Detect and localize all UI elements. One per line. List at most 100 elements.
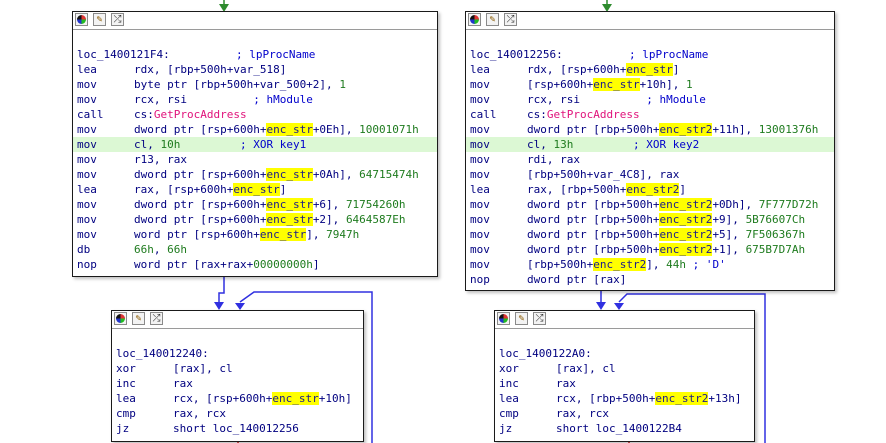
- location-label[interactable]: loc_1400121F4:: [77, 48, 170, 61]
- instruction-line[interactable]: mov rdi, rax: [470, 152, 830, 167]
- instruction-line[interactable]: mov byte ptr [rbp+500h+var_500+2], 1: [77, 77, 433, 92]
- highlighted-identifier[interactable]: enc_str: [266, 198, 313, 211]
- highlighted-identifier[interactable]: enc_str2: [626, 183, 680, 196]
- operand: +13h]: [708, 392, 742, 405]
- highlighted-identifier[interactable]: enc_str: [266, 213, 313, 226]
- location-label[interactable]: loc_1400122A0:: [499, 347, 592, 360]
- instruction-line[interactable]: mov cl, 10h ; XOR key1: [73, 137, 437, 152]
- instruction-line[interactable]: mov dword ptr [rsp+600h+enc_str+0Ah], 647…: [77, 167, 433, 182]
- instruction-line[interactable]: mov dword ptr [rsp+600h+enc_str+0Eh], 100…: [77, 122, 433, 137]
- instruction-line[interactable]: [116, 331, 359, 346]
- imported-function[interactable]: GetProcAddress: [154, 108, 247, 121]
- highlighted-identifier[interactable]: enc_str: [266, 168, 313, 181]
- rename-pencil-icon[interactable]: ✎: [93, 13, 106, 26]
- code-block-loc-1400121f4[interactable]: ✎ ⤮ loc_1400121F4: ; lpProcName lea rdx, [rb…: [72, 11, 438, 277]
- instruction-line[interactable]: cmp rax, rcx: [499, 406, 750, 421]
- operand: +0Dh],: [712, 198, 759, 211]
- color-palette-icon[interactable]: [114, 312, 127, 325]
- imported-function[interactable]: GetProcAddress: [547, 108, 640, 121]
- instruction-line[interactable]: mov dword ptr [rsp+600h+enc_str+2], 64645…: [77, 212, 433, 227]
- instruction-line[interactable]: mov dword ptr [rsp+600h+enc_str+6], 71754…: [77, 197, 433, 212]
- highlighted-identifier[interactable]: enc_str: [259, 228, 307, 241]
- instruction-line[interactable]: mov [rbp+500h+enc_str2], 44h ; 'D': [470, 257, 830, 272]
- instruction-line[interactable]: call cs:GetProcAddress: [77, 107, 433, 122]
- instruction-line[interactable]: mov rcx, rsi ; hModule: [77, 92, 433, 107]
- block-label-line[interactable]: loc_1400122A0:: [499, 346, 750, 361]
- graph-overview-icon[interactable]: ⤮: [111, 13, 124, 26]
- instruction-line[interactable]: call cs:GetProcAddress: [470, 107, 830, 122]
- instruction-line[interactable]: xor [rax], cl: [116, 361, 359, 376]
- instruction-line[interactable]: mov dword ptr [rbp+500h+enc_str2+11h], 13…: [470, 122, 830, 137]
- operand: [180, 138, 240, 151]
- instruction-line[interactable]: mov [rsp+600h+enc_str+10h], 1: [470, 77, 830, 92]
- immediate-value: 66h: [167, 243, 187, 256]
- instruction-line[interactable]: mov rcx, rsi ; hModule: [470, 92, 830, 107]
- instruction-line[interactable]: db 66h, 66h: [77, 242, 433, 257]
- instruction-line[interactable]: lea rax, [rbp+500h+enc_str2]: [470, 182, 830, 197]
- mnemonic: xor: [116, 362, 136, 375]
- mnemonic: mov: [470, 228, 490, 241]
- instruction-line[interactable]: lea rcx, [rsp+600h+enc_str+10h]: [116, 391, 359, 406]
- highlighted-identifier[interactable]: enc_str: [272, 392, 319, 405]
- location-label[interactable]: loc_140012256:: [470, 48, 563, 61]
- instruction-line[interactable]: lea rax, [rsp+600h+enc_str]: [77, 182, 433, 197]
- instruction-line[interactable]: [470, 32, 830, 47]
- instruction-line[interactable]: lea rcx, [rbp+500h+enc_str2+13h]: [499, 391, 750, 406]
- color-palette-icon[interactable]: [497, 312, 510, 325]
- graph-overview-icon[interactable]: ⤮: [533, 312, 546, 325]
- highlighted-identifier[interactable]: enc_str2: [655, 392, 709, 405]
- rename-pencil-icon[interactable]: ✎: [132, 312, 145, 325]
- node-header: ✎ ⤮: [495, 311, 754, 329]
- block-label-line[interactable]: loc_140012240:: [116, 346, 359, 361]
- instruction-line[interactable]: mov r13, rax: [77, 152, 433, 167]
- instruction-line[interactable]: mov [rbp+500h+var_4C8], rax: [470, 167, 830, 182]
- highlighted-identifier[interactable]: enc_str: [233, 183, 280, 196]
- instruction-line[interactable]: nop word ptr [rax+rax+00000000h]: [77, 257, 433, 272]
- highlighted-identifier[interactable]: enc_str2: [659, 198, 713, 211]
- highlighted-identifier[interactable]: enc_str2: [593, 258, 647, 271]
- instruction-line[interactable]: [77, 32, 433, 47]
- highlighted-identifier[interactable]: enc_str: [626, 63, 673, 76]
- immediate-value: 1: [685, 78, 693, 91]
- code-block-loc-140012240[interactable]: ✎ ⤮ loc_140012240: xor [rax], cl inc rax lea rcx…: [111, 310, 364, 442]
- operand: rdi, rax: [527, 153, 580, 166]
- graph-overview-icon[interactable]: ⤮: [150, 312, 163, 325]
- location-label[interactable]: loc_140012240:: [116, 347, 209, 360]
- rename-pencil-icon[interactable]: ✎: [486, 13, 499, 26]
- highlighted-identifier[interactable]: enc_str2: [659, 243, 713, 256]
- code-block-loc-1400122a0[interactable]: ✎ ⤮ loc_1400122A0: xor [rax], cl inc rax lea rcx…: [494, 310, 755, 442]
- highlighted-identifier[interactable]: enc_str2: [659, 213, 713, 226]
- operand: ],: [646, 258, 667, 271]
- highlighted-identifier[interactable]: enc_str: [593, 78, 640, 91]
- color-palette-icon[interactable]: [75, 13, 88, 26]
- instruction-line[interactable]: mov dword ptr [rbp+500h+enc_str2+0Dh], 7F…: [470, 197, 830, 212]
- instruction-line[interactable]: [499, 331, 750, 346]
- highlighted-identifier[interactable]: enc_str2: [659, 123, 713, 136]
- color-palette-icon[interactable]: [468, 13, 481, 26]
- block-label-line[interactable]: loc_1400121F4: ; lpProcName: [77, 47, 433, 62]
- instruction-line[interactable]: mov dword ptr [rbp+500h+enc_str2+9], 5B76…: [470, 212, 830, 227]
- graph-overview-icon[interactable]: ⤮: [504, 13, 517, 26]
- block-label-line[interactable]: loc_140012256: ; lpProcName: [470, 47, 830, 62]
- instruction-line[interactable]: mov cl, 13h ; XOR key2: [466, 137, 834, 152]
- rename-pencil-icon[interactable]: ✎: [515, 312, 528, 325]
- code-block-loc-140012256[interactable]: ✎ ⤮ loc_140012256: ; lpProcName lea rdx, [rs…: [465, 11, 835, 291]
- operand: +0Ah],: [312, 168, 360, 181]
- instruction-line[interactable]: nop dword ptr [rax]: [470, 272, 830, 287]
- instruction-line[interactable]: jz short loc_140012256: [116, 421, 359, 436]
- instruction-line[interactable]: inc rax: [116, 376, 359, 391]
- instruction-line[interactable]: lea rdx, [rbp+500h+var_518]: [77, 62, 433, 77]
- instruction-line[interactable]: inc rax: [499, 376, 750, 391]
- highlighted-identifier[interactable]: enc_str: [266, 123, 313, 136]
- instruction-line[interactable]: mov word ptr [rsp+600h+enc_str], 7947h: [77, 227, 433, 242]
- operand: rcx, [rsp+600h+: [173, 392, 273, 405]
- instruction-line[interactable]: lea rdx, [rsp+600h+enc_str]: [470, 62, 830, 77]
- instruction-line[interactable]: jz short loc_1400122B4: [499, 421, 750, 436]
- highlighted-identifier[interactable]: enc_str2: [659, 228, 713, 241]
- instruction-line[interactable]: cmp rax, rcx: [116, 406, 359, 421]
- instruction-line[interactable]: mov dword ptr [rbp+500h+enc_str2+1], 675B…: [470, 242, 830, 257]
- instruction-line[interactable]: mov dword ptr [rbp+500h+enc_str2+5], 7F50…: [470, 227, 830, 242]
- immediate-value: 5B76607Ch: [745, 213, 806, 226]
- instruction-line[interactable]: xor [rax], cl: [499, 361, 750, 376]
- mnemonic: db: [77, 243, 91, 256]
